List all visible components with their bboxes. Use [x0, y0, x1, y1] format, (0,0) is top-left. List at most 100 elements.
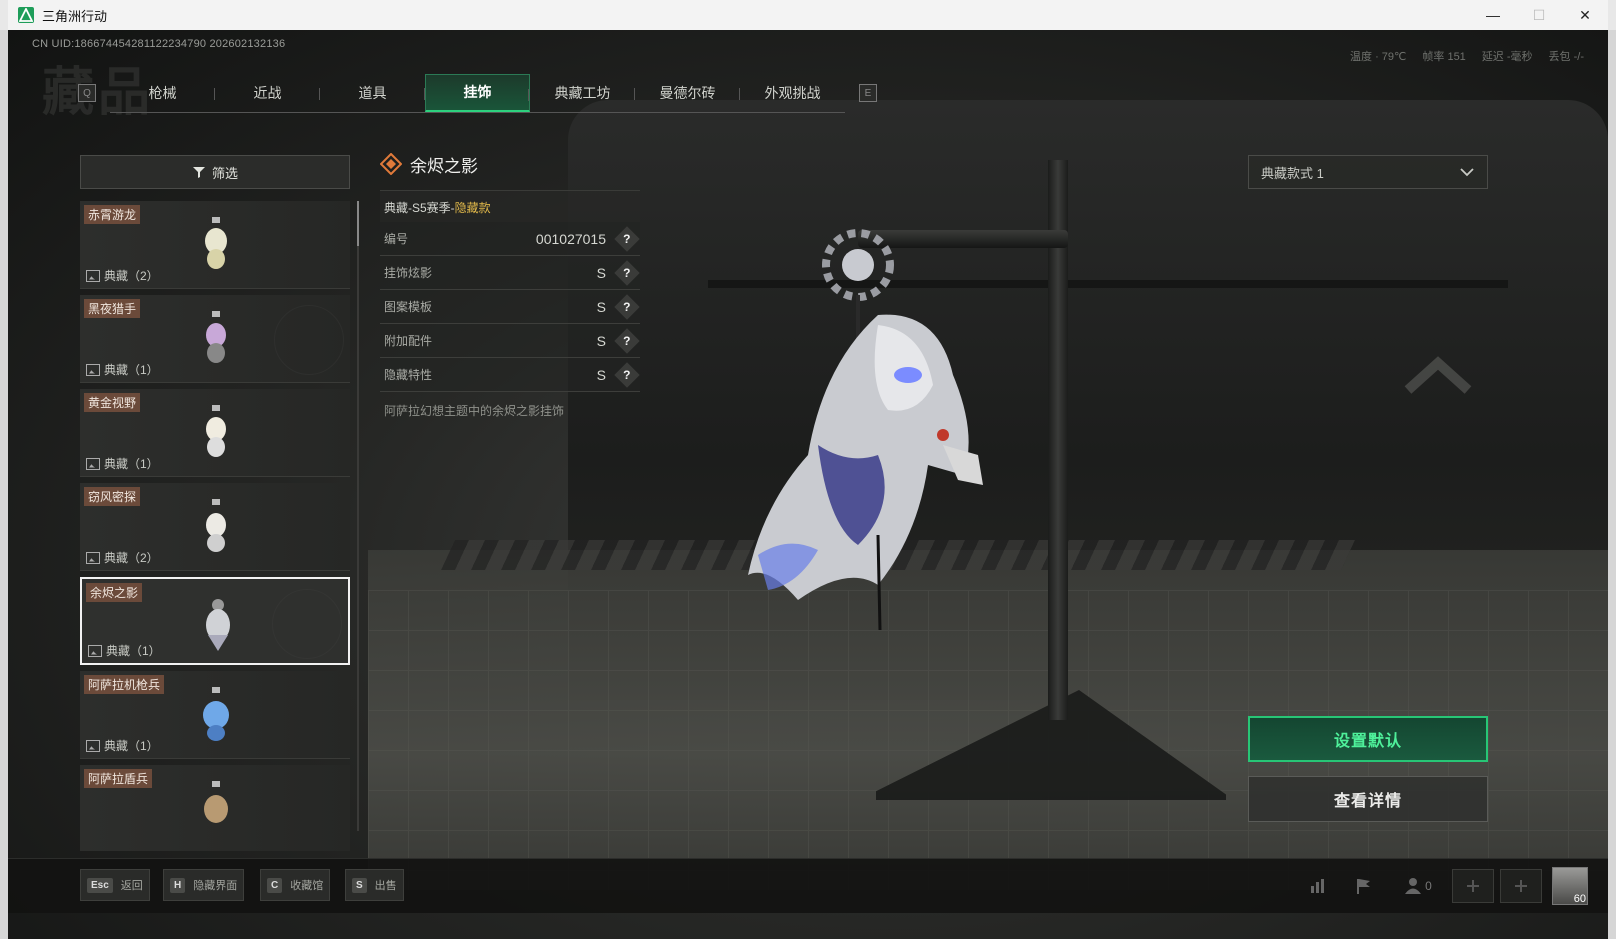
- item-count: 典藏（1）: [106, 644, 161, 658]
- list-item[interactable]: 黑夜猎手 典藏（1）: [80, 295, 350, 383]
- hotkey-sell[interactable]: S 出售: [345, 869, 404, 901]
- help-icon[interactable]: ?: [614, 293, 640, 320]
- list-scrollbar-thumb[interactable]: [357, 201, 359, 246]
- charm-thumbnail-icon: [205, 217, 227, 269]
- tab-guns[interactable]: 枪械: [110, 74, 215, 112]
- player-uid: CN UID:186674454281122234790 20260213213…: [32, 38, 286, 50]
- window-titlebar: 三角洲行动 — ☐ ✕: [8, 0, 1608, 31]
- tab-melee[interactable]: 近战: [215, 74, 320, 112]
- style-dropdown[interactable]: 典藏款式 1: [1248, 155, 1488, 189]
- item-name: 阿萨拉机枪兵: [84, 675, 165, 694]
- charm-thumbnail-icon: [204, 781, 228, 823]
- hotkey-collection-hall[interactable]: C 收藏馆: [260, 869, 331, 901]
- hotkey-hide-ui[interactable]: H 隐藏界面: [163, 869, 245, 901]
- minimize-button[interactable]: —: [1470, 0, 1516, 30]
- hotkey-label: 收藏馆: [290, 880, 324, 892]
- tab-collection-workshop[interactable]: 典藏工坊: [530, 74, 635, 112]
- hotkey-key: Esc: [87, 877, 113, 893]
- charm-thumbnail-icon: [206, 405, 226, 457]
- help-icon[interactable]: ?: [614, 259, 640, 286]
- item-count: 典藏（2）: [104, 269, 159, 283]
- image-icon: [86, 363, 100, 376]
- tab-charms[interactable]: 挂饰: [425, 73, 530, 112]
- attribute-row-pattern: 图案模板 S ?: [380, 290, 640, 324]
- help-icon[interactable]: ?: [614, 361, 640, 388]
- hotkey-label: 返回: [120, 880, 143, 892]
- attribute-label: 隐藏特性: [384, 368, 433, 382]
- plus-icon: [1467, 880, 1479, 892]
- list-item[interactable]: 阿萨拉盾兵: [80, 765, 350, 851]
- style-dropdown-value: 典藏款式 1: [1261, 165, 1324, 181]
- attribute-value: S: [596, 264, 606, 281]
- hotkey-label: 隐藏界面: [193, 880, 238, 892]
- chevron-up-decor-icon: [1404, 356, 1472, 394]
- emblem-icon: [272, 589, 342, 659]
- attribute-value: 001027015: [535, 230, 606, 247]
- list-item[interactable]: 窃风密探 典藏（2）: [80, 483, 350, 571]
- set-default-button[interactable]: 设置默认: [1248, 716, 1488, 762]
- item-name: 黄金视野: [84, 393, 141, 412]
- hotkey-back[interactable]: Esc 返回: [80, 869, 150, 901]
- friends-icon: [1405, 878, 1422, 894]
- filter-label: 筛选: [211, 165, 238, 181]
- item-title: 余烬之影: [410, 156, 478, 176]
- tab-mandel-brick[interactable]: 曼德尔砖: [635, 74, 740, 112]
- collection-diamond-icon: [380, 153, 402, 175]
- item-detail-panel: 余烬之影 典藏-S5赛季-隐藏款 编号 001027015 ? 挂饰炫影 S ?…: [380, 148, 640, 419]
- attribute-row-accessory: 附加配件 S ?: [380, 324, 640, 358]
- emblem-icon: [274, 305, 344, 375]
- next-tab-key[interactable]: E: [859, 84, 877, 102]
- prev-tab-key[interactable]: Q: [78, 84, 96, 102]
- item-count: 典藏（1）: [104, 739, 159, 753]
- item-name: 赤霄游龙: [84, 205, 141, 224]
- list-item-selected[interactable]: 余烬之影 典藏（1）: [80, 577, 350, 665]
- chevron-down-icon: [1460, 168, 1474, 177]
- friends-count: 0: [1425, 879, 1432, 893]
- item-description: 阿萨拉幻想主题中的余烬之影挂饰: [384, 404, 565, 418]
- help-icon[interactable]: ?: [614, 327, 640, 354]
- attribute-label: 附加配件: [384, 334, 433, 348]
- stats-button[interactable]: [1298, 870, 1338, 902]
- game-viewport: 藏品 CN UID:186674454281122234790 20260213…: [8, 30, 1608, 939]
- attribute-label: 图案模板: [384, 300, 433, 314]
- attribute-label: 挂饰炫影: [384, 266, 433, 280]
- attribute-value: S: [596, 298, 606, 315]
- hotkey-key: C: [267, 877, 283, 893]
- charm-list: 赤霄游龙 典藏（2） 黑夜猎手 典藏（1） 黄金视野 典藏（1） 窃风密探 典藏…: [80, 201, 350, 851]
- list-item[interactable]: 赤霄游龙 典藏（2）: [80, 201, 350, 289]
- list-scrollbar-track[interactable]: [357, 201, 359, 831]
- latency-stat: 延迟 -毫秒: [1481, 51, 1533, 63]
- maximize-button[interactable]: ☐: [1516, 0, 1562, 30]
- charm-3d-preview[interactable]: [728, 205, 1018, 635]
- tab-appearance-challenge[interactable]: 外观挑战: [740, 74, 845, 112]
- add-slot-button[interactable]: [1452, 869, 1494, 903]
- hotkey-label: 出售: [374, 880, 397, 892]
- attribute-row-charm-effect: 挂饰炫影 S ?: [380, 256, 640, 290]
- flag-button[interactable]: [1344, 870, 1384, 902]
- list-item[interactable]: 黄金视野 典藏（1）: [80, 389, 350, 477]
- window-title: 三角洲行动: [42, 8, 108, 24]
- filter-button[interactable]: 筛选: [80, 155, 350, 189]
- image-icon: [86, 457, 100, 470]
- charm-thumbnail-icon: [206, 311, 226, 363]
- category-tabs: Q 枪械 近战 道具 挂饰 典藏工坊 曼德尔砖 外观挑战 E: [78, 73, 877, 113]
- item-name: 阿萨拉盾兵: [84, 769, 153, 788]
- packet-loss-stat: 丢包 -/-: [1548, 51, 1584, 63]
- item-name: 窃风密探: [84, 487, 141, 506]
- flag-icon: [1357, 879, 1370, 894]
- view-detail-button[interactable]: 查看详情: [1248, 776, 1488, 822]
- image-icon: [86, 269, 100, 282]
- filter-icon: [192, 167, 205, 178]
- performance-stats: 温度 · 79℃ 帧率 151 延迟 -毫秒 丢包 -/-: [1350, 48, 1584, 64]
- item-count: 典藏（2）: [104, 551, 159, 565]
- list-item[interactable]: 阿萨拉机枪兵 典藏（1）: [80, 671, 350, 759]
- hotkey-key: S: [352, 877, 367, 893]
- close-button[interactable]: ✕: [1562, 0, 1608, 30]
- image-icon: [86, 739, 100, 752]
- help-icon[interactable]: ?: [614, 225, 640, 252]
- friends-button[interactable]: 0: [1390, 870, 1446, 902]
- add-slot-button[interactable]: [1500, 869, 1542, 903]
- attribute-value: S: [596, 366, 606, 383]
- tab-items[interactable]: 道具: [320, 74, 425, 112]
- attribute-label: 编号: [384, 232, 409, 246]
